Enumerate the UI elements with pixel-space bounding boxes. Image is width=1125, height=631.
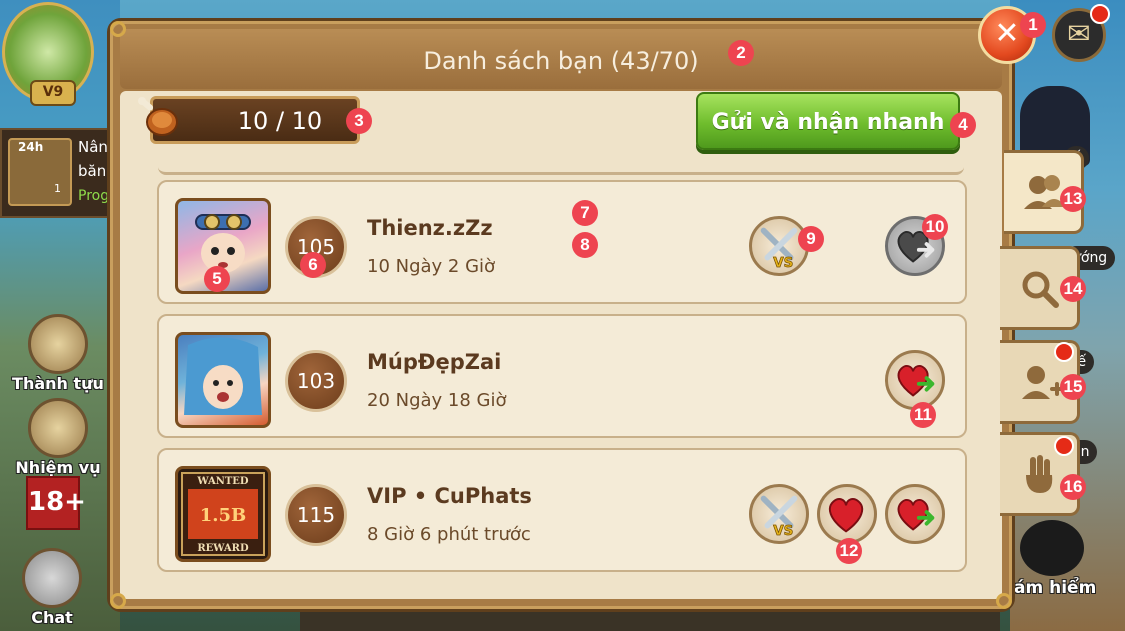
player-vip-level: V9 xyxy=(30,80,76,106)
marker: 4 xyxy=(950,112,976,138)
svg-text:VS: VS xyxy=(773,523,793,539)
adventure-label: ám hiểm xyxy=(1014,578,1097,598)
achievements-button[interactable]: Thành tựu xyxy=(8,314,108,393)
achievements-label: Thành tựu xyxy=(12,374,104,393)
friend-last-online: 8 Giờ 6 phút trước xyxy=(367,524,531,545)
requests-notification-dot xyxy=(1054,436,1074,456)
marker: 16 xyxy=(1060,474,1086,500)
list-divider xyxy=(158,162,964,175)
quick-send-receive-button[interactable]: Gửi và nhận nhanh xyxy=(696,92,960,150)
quest-count: 1 xyxy=(54,182,61,195)
age-rating-badge: 18+ xyxy=(26,476,86,530)
missions-label: Nhiệm vụ xyxy=(15,458,101,477)
missions-button[interactable]: Nhiệm vụ xyxy=(8,398,108,477)
heart-send-icon xyxy=(897,498,935,531)
friend-name: Thienz.zZz xyxy=(367,216,493,240)
marker: 9 xyxy=(798,226,824,252)
marker: 7 xyxy=(572,200,598,226)
friend-row[interactable]: 10 5 Thienz.zZz 10 Ngày 2 Giờ VS xyxy=(157,180,967,304)
friend-name: MúpĐẹpZai xyxy=(367,350,502,374)
marker: 14 xyxy=(1060,276,1086,302)
marker: 3 xyxy=(346,108,372,134)
corner-ornament xyxy=(996,593,1012,609)
challenge-button[interactable]: VS xyxy=(749,484,809,544)
envelope-icon: ✉ xyxy=(1067,17,1091,50)
heart-send-icon xyxy=(897,364,935,397)
marker: 15 xyxy=(1060,374,1086,400)
friend-row[interactable]: 103 MúpĐẹpZai 20 Ngày 18 Giờ xyxy=(157,314,967,438)
mail-notification-dot xyxy=(1090,4,1110,24)
crossed-swords-vs-icon: VS xyxy=(760,495,798,540)
scroll-icon xyxy=(28,398,88,458)
quest-panel[interactable]: 24h 1 Nân băng Prog xyxy=(0,128,122,218)
friend-last-online: 10 Ngày 2 Giờ xyxy=(367,256,496,277)
friend-name: VIP • CuPhats xyxy=(367,484,532,508)
close-icon: ✕ xyxy=(994,16,1020,51)
adventure-skull-icon xyxy=(1020,520,1084,576)
friend-avatar[interactable] xyxy=(175,332,271,428)
marker: 12 xyxy=(836,538,862,564)
stamina-value: 10 / 10 xyxy=(237,107,323,135)
quest-timer-badge: 24h xyxy=(18,140,44,154)
compass-icon xyxy=(28,314,88,374)
quick-send-receive-label: Gửi và nhận nhanh xyxy=(711,110,945,135)
dialog-header: Danh sách bạn (43/70) xyxy=(120,29,1002,89)
friend-last-online: 20 Ngày 18 Giờ xyxy=(367,390,507,411)
quest-text-1: Nân xyxy=(78,138,108,156)
marker: 10 xyxy=(922,214,948,240)
marker: 1 xyxy=(1020,12,1046,38)
friend-level-badge: 115 xyxy=(285,484,347,546)
marker: 2 xyxy=(728,40,754,66)
blue-hair-character-icon xyxy=(184,337,262,415)
crossed-swords-vs-icon: VS xyxy=(760,227,798,272)
add-friend-notification-dot xyxy=(1054,342,1074,362)
meat-icon xyxy=(138,97,178,136)
friend-avatar[interactable]: WANTED 1.5B REWARD xyxy=(175,466,271,562)
marker: 11 xyxy=(910,402,936,428)
marker: 5 xyxy=(204,266,230,292)
marker: 13 xyxy=(1060,186,1086,212)
corner-ornament xyxy=(110,593,126,609)
friend-level-badge: 103 xyxy=(285,350,347,412)
wanted-text: WANTED xyxy=(196,476,249,487)
chat-bubble-icon xyxy=(22,548,82,608)
marker: 6 xyxy=(300,252,326,278)
svg-text:VS: VS xyxy=(773,255,793,271)
marker: 8 xyxy=(572,232,598,258)
chat-button[interactable]: Chat xyxy=(2,548,102,627)
receive-heart-button[interactable] xyxy=(817,484,877,544)
wanted-poster-icon: WANTED 1.5B REWARD xyxy=(181,472,265,556)
send-heart-button[interactable] xyxy=(885,484,945,544)
chat-label: Chat xyxy=(31,608,73,627)
reward-text: REWARD xyxy=(197,543,249,554)
dialog-title: Danh sách bạn (43/70) xyxy=(423,47,699,75)
heart-icon xyxy=(828,498,864,533)
quest-text-3: Prog xyxy=(78,188,110,204)
bounty-text: 1.5B xyxy=(200,505,247,526)
send-heart-button[interactable] xyxy=(885,350,945,410)
corner-ornament xyxy=(110,21,126,37)
